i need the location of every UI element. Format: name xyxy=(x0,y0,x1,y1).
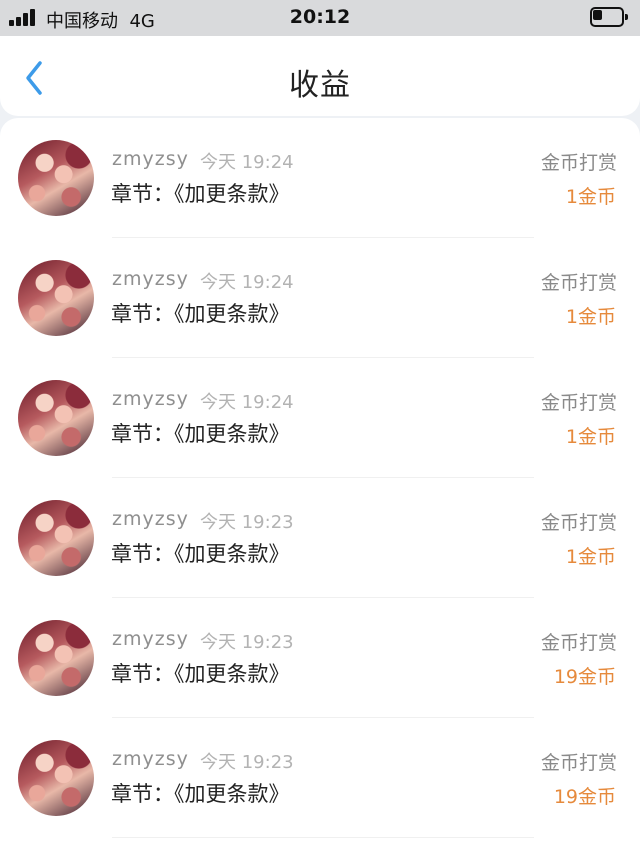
chapter-title: 章节：《加更条款》 xyxy=(111,302,290,326)
chapter-title: 章节：《加更条款》 xyxy=(111,182,290,206)
reward-username: zmyzsy xyxy=(112,148,189,170)
avatar[interactable] xyxy=(18,140,94,216)
reward-type: 金币打赏 xyxy=(540,632,617,654)
status-time: 20:12 xyxy=(289,6,351,28)
earning-record[interactable]: zmyzsy 今天 19:24 章节：《加更条款》 金币打赏 1金币 xyxy=(0,358,640,478)
reward-time: 今天 19:24 xyxy=(200,272,294,293)
avatar[interactable] xyxy=(18,260,94,336)
reward-amount: 1金币 xyxy=(565,546,616,568)
reward-amount: 1金币 xyxy=(565,186,616,208)
reward-username: zmyzsy xyxy=(112,388,189,410)
reward-type: 金币打赏 xyxy=(540,392,617,414)
reward-type: 金币打赏 xyxy=(540,512,617,534)
avatar[interactable] xyxy=(18,620,94,696)
chapter-title: 章节：《加更条款》 xyxy=(111,422,290,446)
reward-username: zmyzsy xyxy=(112,748,189,770)
reward-amount: 1金币 xyxy=(565,426,616,448)
earnings-list: zmyzsy 今天 19:24 章节：《加更条款》 金币打赏 1金币 zmyzs… xyxy=(0,118,640,858)
chapter-title: 章节：《加更条款》 xyxy=(111,662,290,686)
reward-time: 今天 19:24 xyxy=(200,392,294,413)
reward-time: 今天 19:23 xyxy=(200,512,294,533)
page-title: 收益 xyxy=(289,68,351,103)
avatar[interactable] xyxy=(18,740,94,816)
nav-bar: 收益 xyxy=(0,36,640,116)
reward-amount: 19金币 xyxy=(553,666,616,688)
battery-icon xyxy=(590,7,628,27)
earning-record[interactable]: zmyzsy 今天 19:23 章节：《加更条款》 金币打赏 19金币 xyxy=(0,598,640,718)
reward-username: zmyzsy xyxy=(112,628,189,650)
chapter-title: 章节：《加更条款》 xyxy=(111,782,290,806)
reward-amount: 19金币 xyxy=(553,786,616,808)
reward-amount: 1金币 xyxy=(565,306,616,328)
reward-username: zmyzsy xyxy=(112,268,189,290)
reward-type: 金币打赏 xyxy=(540,152,617,174)
status-bar: 中国移动 4G 20:12 xyxy=(0,0,640,36)
reward-username: zmyzsy xyxy=(112,508,189,530)
divider xyxy=(112,837,534,838)
reward-type: 金币打赏 xyxy=(540,272,617,294)
avatar[interactable] xyxy=(18,500,94,576)
reward-time: 今天 19:23 xyxy=(200,752,294,773)
chapter-title: 章节：《加更条款》 xyxy=(111,542,290,566)
reward-time: 今天 19:24 xyxy=(200,152,294,173)
earning-record[interactable]: zmyzsy 今天 19:23 章节：《加更条款》 金币打赏 1金币 xyxy=(0,478,640,598)
reward-time: 今天 19:23 xyxy=(200,632,294,653)
earning-record[interactable]: zmyzsy 今天 19:24 章节：《加更条款》 金币打赏 1金币 xyxy=(0,118,640,238)
earning-record[interactable]: zmyzsy 今天 19:23 章节：《加更条款》 金币打赏 19金币 xyxy=(0,718,640,838)
reward-type: 金币打赏 xyxy=(540,752,617,774)
earning-record[interactable]: zmyzsy 今天 19:24 章节：《加更条款》 金币打赏 1金币 xyxy=(0,238,640,358)
avatar[interactable] xyxy=(18,380,94,456)
